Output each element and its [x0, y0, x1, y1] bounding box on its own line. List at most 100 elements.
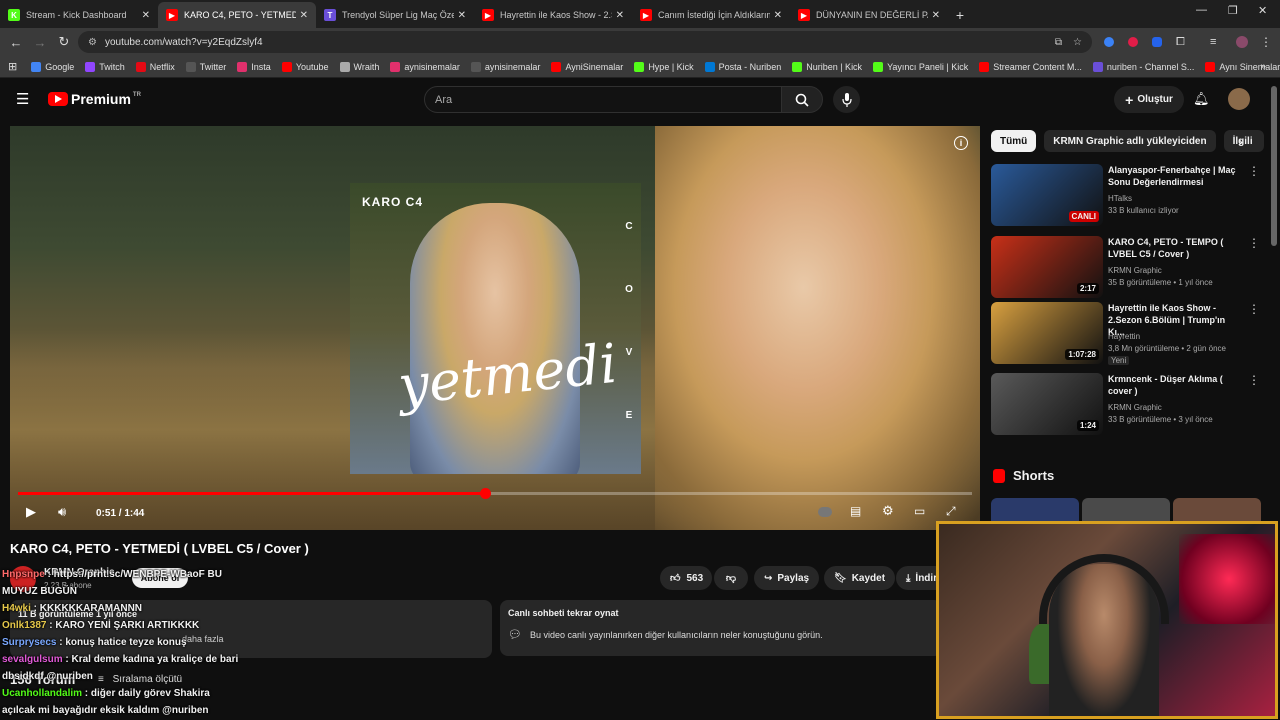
notifications-bell-icon[interactable]: 🔔︎	[1193, 91, 1210, 107]
profile-avatar[interactable]	[1236, 36, 1248, 48]
info-icon[interactable]: i	[954, 136, 968, 150]
minimize-icon[interactable]: —	[1196, 4, 1207, 16]
extension-icon[interactable]	[1104, 37, 1114, 47]
page-scrollbar[interactable]	[1271, 86, 1277, 246]
extension-icon[interactable]	[1128, 37, 1138, 47]
url-field[interactable]: ⚙ youtube.com/watch?v=y2EqdZslyf4 ⧉ ☆	[78, 31, 1092, 53]
recommended-video[interactable]: CANLI Alanyaspor-Fenerbahçe | Maç Sonu De…	[991, 164, 1266, 228]
extension-icon[interactable]	[1152, 37, 1162, 47]
recommended-title[interactable]: Alanyaspor-Fenerbahçe | Maç Sonu Değerle…	[1108, 164, 1243, 188]
recommended-title[interactable]: Krmncenk - Düşer Aklıma ( cover )	[1108, 373, 1243, 397]
browser-tab[interactable]: ▶ DÜNYANIN EN DEĞERLİ PASPAS ✕	[790, 2, 948, 28]
close-window-icon[interactable]: ✕	[1258, 4, 1267, 17]
filter-chip[interactable]: Tümü	[991, 130, 1037, 152]
more-actions-icon[interactable]: ⋮	[1248, 164, 1260, 178]
bookmark-item[interactable]: Youtube	[281, 61, 329, 72]
bookmark-star-icon[interactable]: ☆	[1073, 37, 1082, 48]
tab-close-icon[interactable]: ✕	[300, 10, 308, 21]
tab-close-icon[interactable]: ✕	[142, 10, 150, 21]
like-button[interactable]: 👍︎ 563	[660, 566, 712, 590]
browser-tab[interactable]: ▶ Canım İstediği İçin Aldıklarım! 3 ✕	[632, 2, 790, 28]
bookmark-item[interactable]: Twitter	[185, 61, 226, 72]
short-thumbnail[interactable]	[1082, 498, 1170, 522]
settings-gear-icon[interactable]: ⚙	[882, 503, 894, 519]
recommended-video[interactable]: 1:24 Krmncenk - Düşer Aklıma ( cover ) KRM…	[991, 373, 1266, 437]
browser-menu-icon[interactable]: ⋮	[1260, 35, 1272, 49]
bookmark-item[interactable]: Hype | Kick	[634, 61, 694, 72]
share-button[interactable]: ↪ Paylaş	[754, 566, 820, 590]
volume-icon[interactable]: 🔊︎	[58, 504, 66, 520]
video-thumbnail[interactable]: 1:24	[991, 373, 1103, 435]
video-player[interactable]: KARO C4 yetmedi C O V E R i ▶ 🔊︎ 0:51 / …	[10, 126, 980, 530]
filter-chip[interactable]: İlgili	[1223, 130, 1264, 152]
new-tab-button[interactable]: +	[948, 2, 972, 28]
forward-icon[interactable]: →	[28, 35, 52, 50]
progress-bar[interactable]	[18, 488, 972, 499]
bookmark-item[interactable]: AyniSinemalar	[551, 61, 623, 72]
bookmark-item[interactable]: Netflix	[135, 61, 175, 72]
account-avatar[interactable]	[1228, 88, 1250, 110]
search-input[interactable]: Ara	[424, 86, 782, 113]
bookmark-item[interactable]: aynisinemalar	[470, 61, 540, 72]
maximize-icon[interactable]: ❐	[1228, 4, 1238, 17]
recommended-video[interactable]: 1:07:28 Hayrettin ile Kaos Show - 2.Sezon…	[991, 302, 1266, 366]
bookmark-item[interactable]: Aynı Sinemalar - Ça...	[1205, 61, 1280, 72]
video-thumbnail[interactable]: CANLI	[991, 164, 1103, 226]
video-thumbnail[interactable]: 2:17	[991, 236, 1103, 298]
recommended-channel[interactable]: Hayrettin	[1108, 332, 1140, 341]
live-chat-replay-box[interactable]: Canlı sohbeti tekrar oynat 💬︎ Bu video c…	[500, 600, 942, 656]
bookmark-item[interactable]: Google	[31, 61, 74, 72]
more-bookmarks-icon[interactable]: »	[1260, 61, 1266, 72]
recommended-title[interactable]: KARO C4, PETO - TEMPO ( LVBEL C5 / Cover…	[1108, 236, 1243, 260]
extensions-puzzle-icon[interactable]: ⧠	[1176, 36, 1185, 49]
bookmark-item[interactable]: Yayıncı Paneli | Kick	[873, 61, 968, 72]
miniplayer-icon[interactable]: ▭	[914, 504, 925, 518]
recommended-channel[interactable]: KRMN Graphic	[1108, 403, 1162, 412]
bookmark-item[interactable]: Posta - Nuriben	[704, 61, 781, 72]
subtitles-icon[interactable]: ▤	[850, 504, 861, 518]
bookmark-item[interactable]: aynisinemalar	[390, 61, 460, 72]
tab-close-icon[interactable]: ✕	[616, 10, 624, 21]
hamburger-menu-icon[interactable]: ☰	[16, 90, 29, 108]
site-info-icon[interactable]: ⚙	[88, 37, 97, 48]
bookmark-item[interactable]: Nuriben | Kick	[792, 61, 862, 72]
tab-close-icon[interactable]: ✕	[932, 10, 940, 21]
browser-tab[interactable]: K Stream - Kick Dashboard ✕	[0, 2, 158, 28]
search-button[interactable]	[781, 86, 823, 113]
tab-close-icon[interactable]: ✕	[774, 10, 782, 21]
bookmark-item[interactable]: Twitch	[85, 61, 125, 72]
more-actions-icon[interactable]: ⋮	[1248, 373, 1260, 387]
browser-tab[interactable]: T Trendyol Süper Lig Maç Özetleri ✕	[316, 2, 474, 28]
more-actions-icon[interactable]: ⋮	[1248, 302, 1260, 316]
bookmark-item[interactable]: Wraith	[339, 61, 379, 72]
bookmark-item[interactable]: nuriben - Channel S...	[1092, 61, 1194, 72]
fullscreen-icon[interactable]: ⤢	[946, 504, 956, 519]
bookmark-item[interactable]: Insta	[237, 61, 271, 72]
apps-grid-icon[interactable]: ⊞	[8, 60, 17, 73]
create-button[interactable]: + Oluştur	[1114, 86, 1184, 113]
chips-next-icon[interactable]: ›	[1238, 133, 1243, 149]
voice-search-button[interactable]	[833, 86, 860, 113]
recommended-channel[interactable]: KRMN Graphic	[1108, 266, 1162, 275]
save-button[interactable]: 🔖︎ Kaydet	[824, 566, 896, 590]
back-icon[interactable]: ←	[4, 35, 28, 50]
youtube-logo[interactable]: Premium TR	[48, 91, 141, 107]
browser-tab[interactable]: ▶ KARO C4, PETO - YETMEDİ (✕	[158, 2, 316, 28]
more-actions-icon[interactable]: ⋮	[1248, 236, 1260, 250]
dislike-button[interactable]: 👎︎	[714, 566, 748, 590]
video-thumbnail[interactable]: 1:07:28	[991, 302, 1103, 364]
reload-icon[interactable]: ↻	[52, 34, 76, 50]
play-icon[interactable]: ▶	[26, 504, 36, 520]
media-controls-icon[interactable]: ≡	[1210, 36, 1216, 48]
recommended-channel[interactable]: HTalks	[1108, 194, 1132, 203]
browser-tab[interactable]: ▶ Hayrettin ile Kaos Show - 2.Sezon ✕	[474, 2, 632, 28]
bookmark-item[interactable]: Streamer Content M...	[979, 61, 1082, 72]
short-thumbnail[interactable]	[1173, 498, 1261, 522]
recommended-video[interactable]: 2:17 KARO C4, PETO - TEMPO ( LVBEL C5 / C…	[991, 236, 1266, 300]
install-icon[interactable]: ⧉	[1055, 37, 1062, 48]
filter-chip[interactable]: KRMN Graphic adlı yükleyiciden	[1044, 130, 1216, 152]
short-thumbnail[interactable]	[991, 498, 1079, 522]
tab-close-icon[interactable]: ✕	[458, 10, 466, 21]
download-button[interactable]: ⤓ İndir	[896, 566, 940, 590]
autoplay-toggle[interactable]	[818, 507, 832, 517]
